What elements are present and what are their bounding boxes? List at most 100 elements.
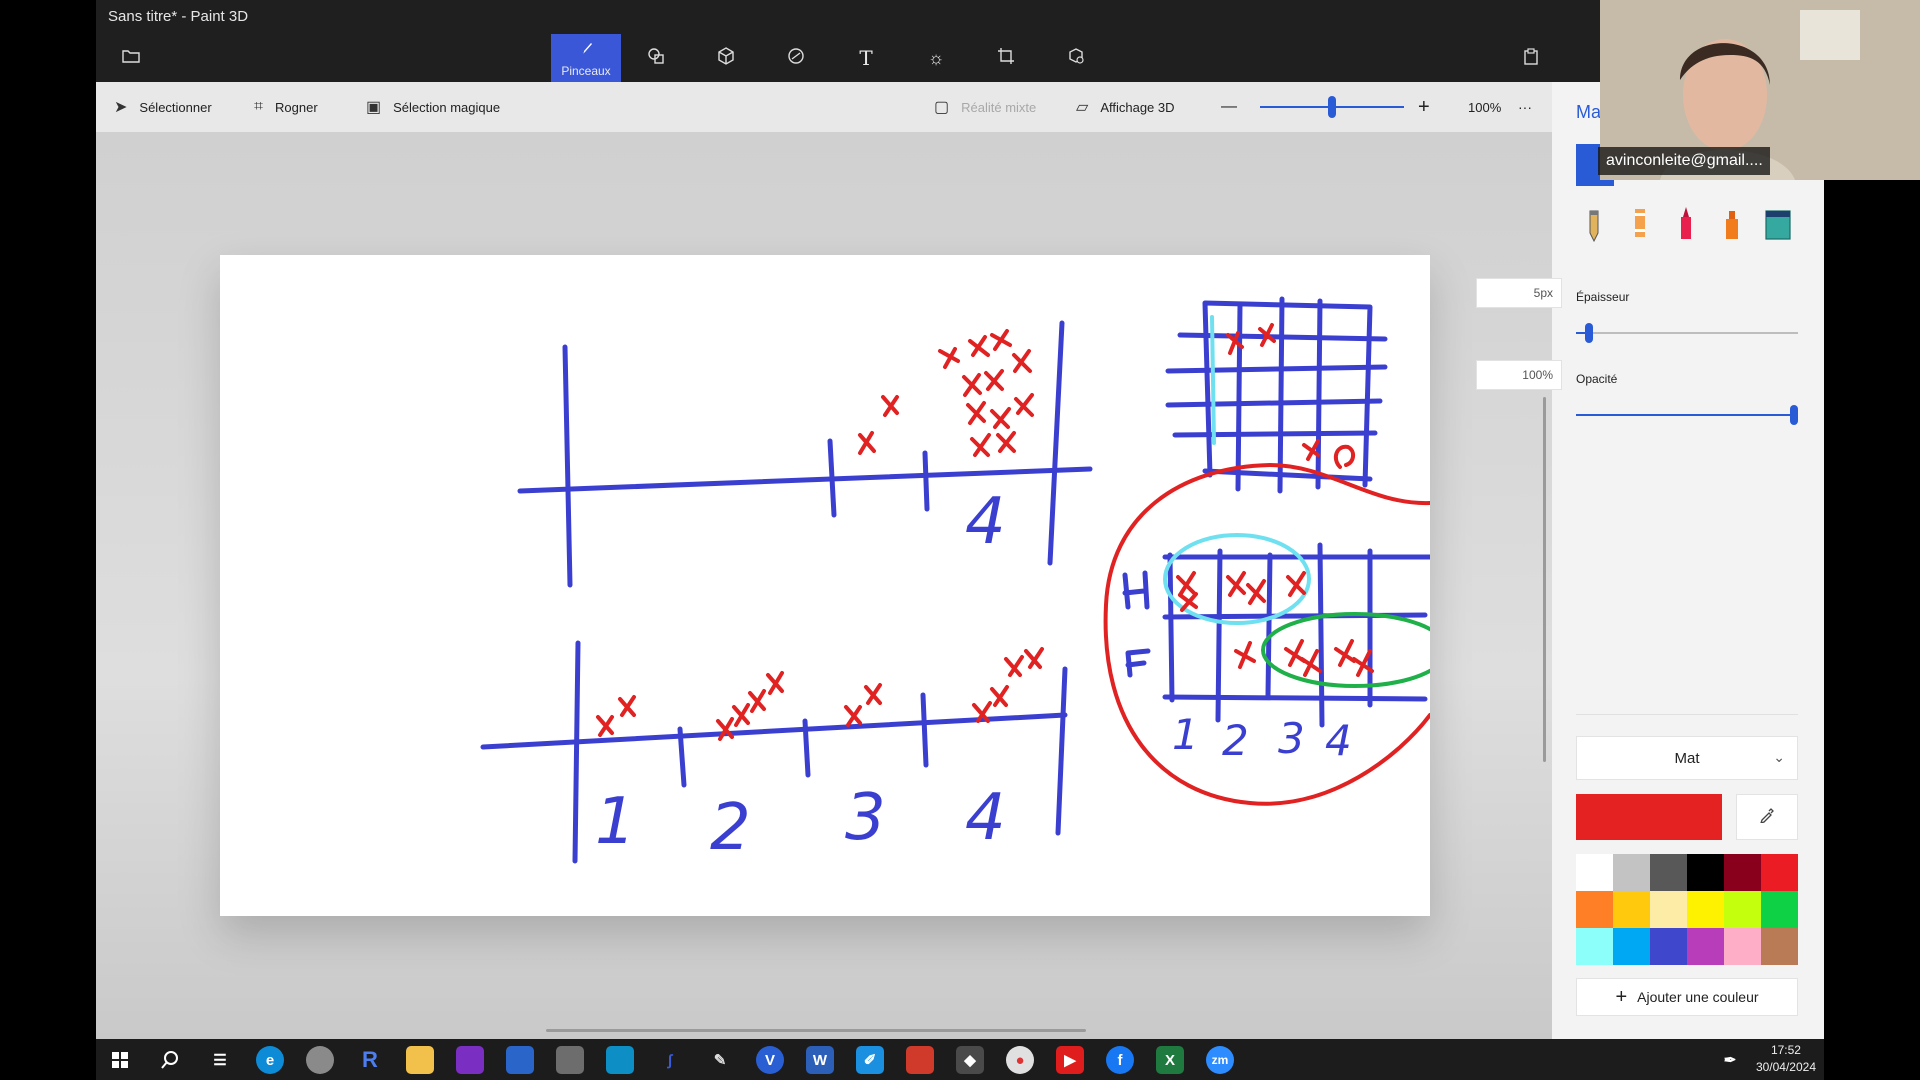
palette-swatch[interactable] [1761,854,1798,891]
palette-swatch[interactable] [1576,891,1613,928]
palette-swatch[interactable] [1724,928,1761,965]
palette-swatch[interactable] [1613,891,1650,928]
r-app-icon[interactable]: R [356,1046,384,1074]
thickness-slider[interactable] [1576,323,1798,343]
tab-2d-shapes[interactable] [621,34,691,82]
palette-swatch[interactable] [1687,891,1724,928]
palette-swatch[interactable] [1687,854,1724,891]
youtube-icon[interactable]: ▶ [1056,1046,1084,1074]
thickness-input[interactable]: 5px [1476,278,1562,308]
pen-tray-icon[interactable]: ✒ [1716,1046,1744,1074]
tab-3d-library[interactable] [1041,34,1111,82]
shapes-2d-icon [646,46,666,71]
app-icon-8[interactable]: ✐ [856,1046,884,1074]
file-explorer-icon[interactable] [406,1046,434,1074]
palette-swatch[interactable] [1761,891,1798,928]
palette-swatch[interactable] [1576,928,1613,965]
opacity-input[interactable]: 100% [1476,360,1562,390]
app-icon-4[interactable] [606,1046,634,1074]
crop-button[interactable]: ⌗ Rogner [254,82,318,132]
app-icon-6[interactable]: ✎ [706,1046,734,1074]
palette-swatch[interactable] [1650,891,1687,928]
palette-swatch[interactable] [1761,928,1798,965]
word-icon[interactable]: W [806,1046,834,1074]
opacity-thumb[interactable] [1790,405,1798,425]
palette-swatch[interactable] [1650,928,1687,965]
add-color-label: Ajouter une couleur [1637,989,1759,1005]
select-button[interactable]: ➤ Sélectionner [114,82,212,132]
paste-button[interactable] [1496,34,1566,82]
folder-icon [121,48,141,69]
current-color-swatch[interactable] [1576,794,1722,840]
clipboard-icon [1522,47,1540,70]
microphone-icon[interactable] [556,1046,584,1074]
tab-3d-shapes[interactable] [691,34,761,82]
vertical-scrollbar[interactable] [1543,397,1546,762]
tab-effects[interactable]: ☼ [901,34,971,82]
tab-text[interactable]: T [831,34,901,82]
panel-title: Ma [1576,102,1602,122]
palette-swatch[interactable] [1724,854,1761,891]
menu-button[interactable] [96,34,166,82]
app-icon-7[interactable]: V [756,1046,784,1074]
excel-icon[interactable]: X [1156,1046,1184,1074]
grid-label-2: 2 [1222,716,1249,765]
search-icon[interactable] [156,1046,184,1074]
tab-stickers[interactable] [761,34,831,82]
more-button[interactable]: ··· [1518,82,1532,132]
app-icon-3[interactable] [506,1046,534,1074]
thickness-thumb[interactable] [1585,323,1593,343]
zoom-in-button[interactable]: + [1418,82,1430,132]
grid-label-3: 3 [1278,714,1305,763]
3d-view-button[interactable]: ▱ Affichage 3D [1076,82,1175,132]
zoom-slider-thumb[interactable] [1328,96,1336,118]
zoom-app-icon[interactable]: zm [1206,1046,1234,1074]
zoom-out-button[interactable]: — [1221,82,1237,132]
palette-swatch[interactable] [1613,854,1650,891]
top-crosses [858,329,1034,457]
tab-brushes-label: Pinceaux [561,63,611,78]
opacity-slider[interactable] [1576,405,1798,425]
magic-select-icon: ▣ [366,99,382,116]
mixed-reality-label: Réalité mixte [961,99,1037,115]
palette-swatch[interactable] [1613,928,1650,965]
finish-dropdown[interactable]: Mat ⌄ [1576,736,1798,780]
add-color-button[interactable]: + Ajouter une couleur [1576,978,1798,1016]
palette-swatch[interactable] [1576,854,1613,891]
highlighter-brush[interactable] [1714,200,1750,250]
palette-swatch[interactable] [1724,891,1761,928]
bottom-label-2: 2 [710,791,751,865]
library-3d-icon [1066,46,1086,71]
palette-swatch[interactable] [1650,854,1687,891]
eyedropper-button[interactable] [1736,794,1798,840]
tab-canvas[interactable] [971,34,1041,82]
task-view-icon[interactable]: ☰ [206,1046,234,1074]
crop-label: Rogner [275,99,318,115]
drawing-canvas[interactable]: 4 1 2 3 4 1 2 3 4 [220,255,1430,916]
tab-brushes[interactable]: Pinceaux [551,34,621,82]
fill-brush[interactable] [1760,200,1796,250]
opacity-fill [1576,414,1794,416]
magic-select-button[interactable]: ▣ Sélection magique [366,82,500,132]
app-icon-1[interactable] [306,1046,334,1074]
system-clock[interactable]: 17:52 30/04/2024 [1756,1042,1816,1076]
highlighter-icon [1723,203,1741,248]
app-icon-5[interactable]: ∫ [656,1046,684,1074]
horizontal-scrollbar[interactable] [546,1029,1086,1032]
app-icon-9[interactable] [906,1046,934,1074]
zoom-slider[interactable] [1260,96,1404,118]
canvas-labels: 4 1 2 3 4 [595,485,1006,865]
crayon-brush[interactable] [1622,200,1658,250]
start-icon[interactable] [106,1046,134,1074]
app-icon-2[interactable] [456,1046,484,1074]
brush-panel: Ma Épaisseur Opacité Mat ⌄ + Ajouter une… [1552,82,1824,1039]
facebook-icon[interactable]: f [1106,1046,1134,1074]
mixed-reality-button[interactable]: ▢ Réalité mixte [934,82,1036,132]
paint3d-taskbar-icon[interactable]: ◆ [956,1046,984,1074]
palette-swatch[interactable] [1687,928,1724,965]
pencil-brush[interactable] [1576,200,1612,250]
marker-brush[interactable] [1668,200,1704,250]
zoom-level: 100% [1468,99,1502,115]
edge-icon[interactable]: e [256,1046,284,1074]
chrome-icon[interactable]: ● [1006,1046,1034,1074]
